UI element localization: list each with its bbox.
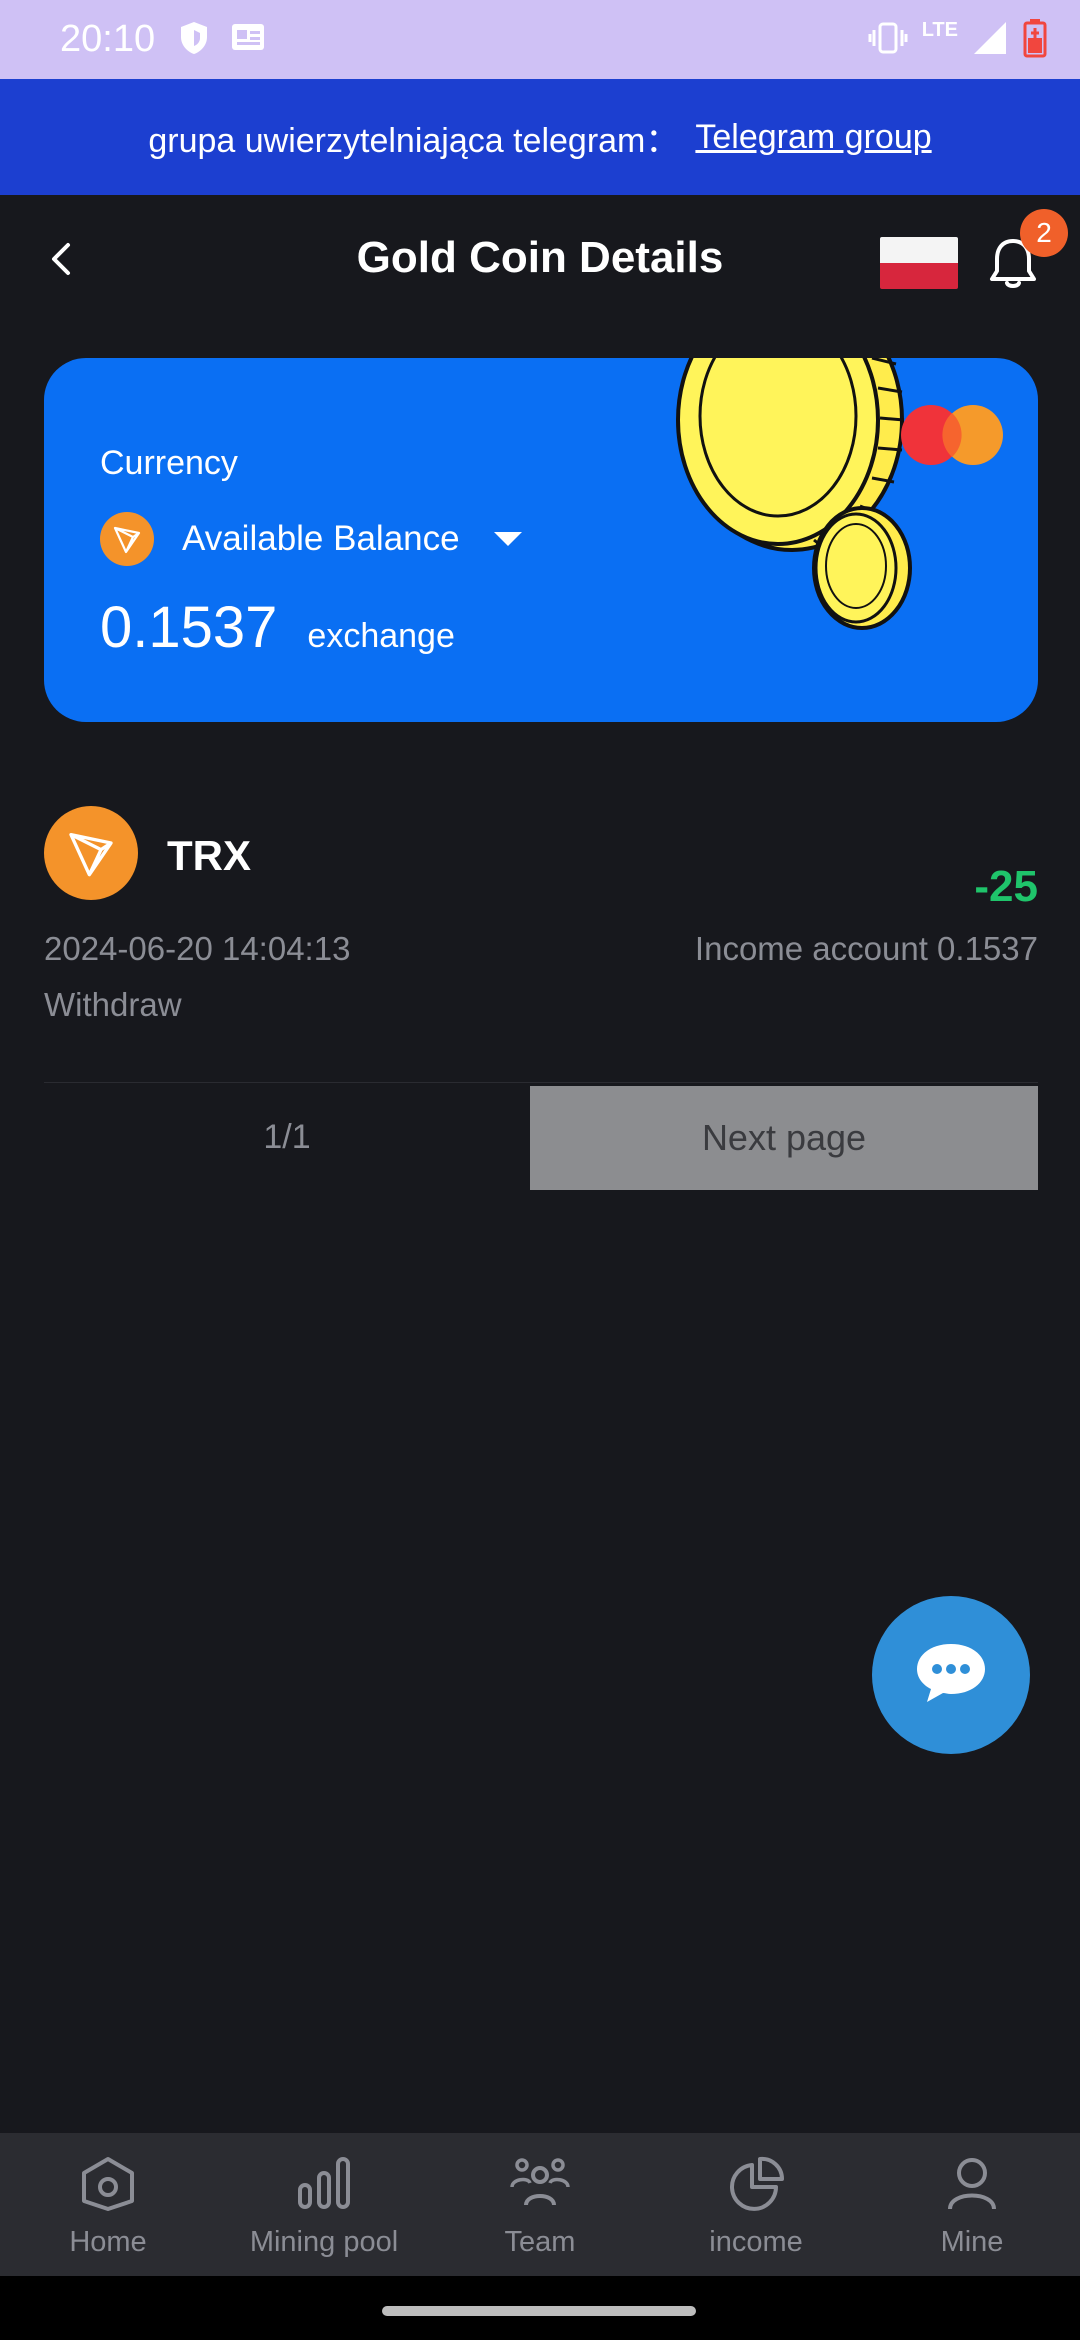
pie-chart-icon: [726, 2155, 786, 2216]
bottom-nav: Home Mining pool Team income Mine: [0, 2133, 1080, 2276]
nav-item-mine[interactable]: Mine: [864, 2133, 1080, 2276]
trx-icon: [100, 512, 154, 566]
nav-label-mining-pool: Mining pool: [249, 2226, 399, 2258]
team-icon: [510, 2155, 570, 2216]
trx-icon: [44, 806, 138, 900]
network-type: LTE: [921, 19, 958, 41]
status-time: 20:10: [60, 18, 156, 60]
transaction-row: TRX -25 2024-06-20 14:04:13 Income accou…: [44, 806, 1038, 1083]
battery-icon: [1022, 18, 1048, 63]
balance-value: 0.1537: [100, 595, 278, 660]
home-gesture-handle[interactable]: [382, 2306, 696, 2316]
status-bar: 20:10 LTE: [0, 0, 1080, 79]
telegram-banner: grupa uwierzytelniająca telegram： Telegr…: [0, 79, 1080, 195]
exchange-link[interactable]: exchange: [307, 617, 454, 656]
currency-label: Currency: [100, 444, 238, 482]
nav-label-home: Home: [69, 2226, 147, 2258]
notification-badge: 2: [1020, 209, 1068, 257]
shield-icon: [178, 20, 210, 61]
signal-icon: [972, 20, 1008, 61]
transaction-type: Withdraw: [44, 986, 182, 1023]
balance-card: Currency Available Balance 0.1537 exchan…: [44, 358, 1038, 722]
user-icon: [942, 2155, 1002, 2216]
nav-item-team[interactable]: Team: [432, 2133, 648, 2276]
banner-text: grupa uwierzytelniająca telegram：: [148, 121, 680, 160]
nav-label-mine: Mine: [940, 2226, 1004, 2258]
nav-item-mining-pool[interactable]: Mining pool: [216, 2133, 432, 2276]
transaction-amount: -25: [974, 862, 1038, 911]
bar-chart-icon: [294, 2155, 354, 2216]
poland-flag-icon[interactable]: [880, 237, 958, 289]
selected-currency: Available Balance: [182, 519, 460, 558]
transaction-account: Income account 0.1537: [694, 930, 1038, 967]
page-indicator: 1/1: [263, 1117, 311, 1156]
chat-bubble-icon: [911, 1638, 991, 1713]
page-header: Gold Coin Details 2: [0, 195, 1080, 325]
chat-button[interactable]: [872, 1596, 1030, 1754]
currency-selector[interactable]: Available Balance: [100, 512, 522, 566]
telegram-group-link[interactable]: Telegram group: [695, 118, 931, 157]
gesture-bar: [0, 2276, 1080, 2340]
home-icon: [78, 2155, 138, 2216]
nav-item-income[interactable]: income: [648, 2133, 864, 2276]
nav-item-home[interactable]: Home: [0, 2133, 216, 2276]
nav-label-team: Team: [504, 2226, 576, 2258]
gold-coins-illustration: [634, 358, 914, 643]
chevron-down-icon: [493, 532, 522, 546]
nav-label-income: income: [709, 2226, 803, 2258]
transaction-date: 2024-06-20 14:04:13: [44, 930, 351, 967]
vibrate-icon: [868, 20, 908, 61]
sim-card-icon: [230, 20, 266, 61]
mastercard-icon: [900, 404, 1010, 466]
next-page-button[interactable]: Next page: [530, 1086, 1038, 1190]
transaction-coin: TRX: [167, 832, 251, 879]
